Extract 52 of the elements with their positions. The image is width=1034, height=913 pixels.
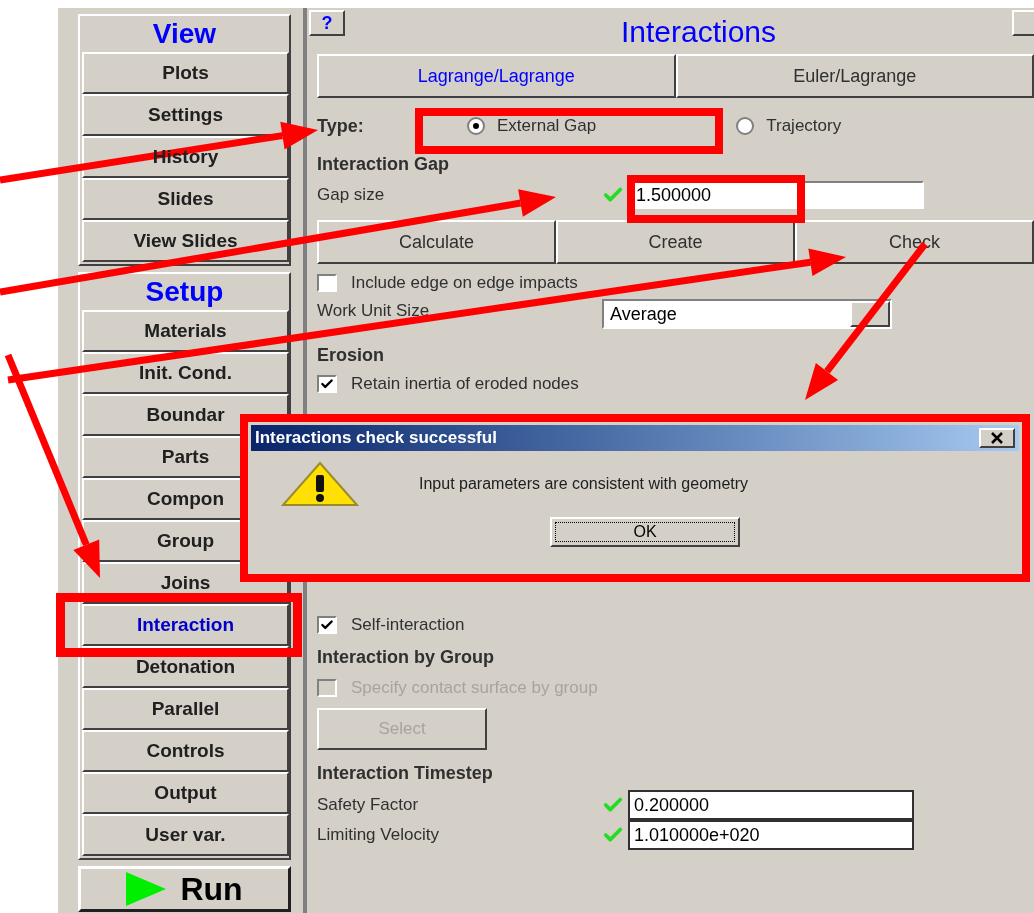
section-heading: Interaction Gap [317, 152, 451, 176]
field-label: Safety Factor [317, 794, 420, 817]
dialog-message: Input parameters are consistent with geometry [419, 474, 749, 494]
play-icon [126, 872, 167, 906]
checkbox-label: Self-interaction [351, 614, 465, 637]
radio-option[interactable]: External Gap [467, 113, 597, 139]
radio-button[interactable] [736, 117, 755, 135]
checkbox-label: Retain inertia of eroded nodes [351, 373, 579, 396]
sidebar-item[interactable]: Slides [82, 178, 289, 220]
action-button[interactable]: Check [795, 220, 1034, 264]
minimize-button[interactable] [1012, 10, 1034, 36]
checkbox[interactable] [317, 616, 337, 634]
section-title: View [151, 17, 218, 51]
section-heading: Erosion [317, 343, 385, 367]
radio-button[interactable] [467, 117, 485, 135]
section-heading: Interaction Timestep [317, 761, 494, 785]
panel-title: Interactions [619, 13, 778, 50]
check-icon [320, 377, 334, 391]
dropdown[interactable]: Average [602, 299, 892, 329]
check-icon [320, 618, 334, 632]
input-field[interactable]: 0.200000 [628, 790, 914, 820]
field-label: Limiting Velocity [317, 824, 440, 847]
sidebar-item[interactable]: Output [82, 772, 289, 814]
radio-option[interactable]: Trajectory [736, 113, 842, 139]
field-label: Work Unit Size [317, 300, 431, 322]
close-icon [990, 432, 1004, 444]
checkbox-label: Include edge on edge impacts [351, 272, 578, 295]
help-button[interactable]: ? [309, 10, 345, 36]
tab[interactable]: Euler/Lagrange [675, 54, 1034, 98]
sidebar-item[interactable]: Materials [82, 310, 289, 352]
sidebar-item[interactable]: Settings [82, 94, 289, 136]
section-heading: Interaction by Group [317, 645, 495, 669]
checkbox[interactable] [317, 274, 337, 292]
action-button[interactable]: Create [556, 220, 795, 264]
close-button[interactable] [979, 428, 1015, 448]
type-label: Type: [317, 114, 365, 138]
checkbox[interactable] [317, 375, 337, 393]
ok-button[interactable]: OK [550, 517, 740, 547]
action-button[interactable]: Calculate [317, 220, 556, 264]
section-title: Setup [144, 275, 225, 309]
sidebar-item[interactable]: Plots [82, 52, 289, 94]
sidebar-item[interactable]: User var. [82, 814, 289, 856]
warning-icon [281, 461, 359, 507]
input-field[interactable]: 1.010000e+020 [628, 820, 914, 850]
sidebar-item[interactable]: Init. Cond. [82, 352, 289, 394]
field-label: Gap size [317, 184, 386, 207]
sidebar-item[interactable]: Controls [82, 730, 289, 772]
tab[interactable]: Lagrange/Lagrange [317, 54, 676, 98]
run-button[interactable]: Run [78, 866, 291, 912]
sidebar-item[interactable]: Interaction [82, 604, 289, 646]
sidebar-item[interactable]: Parallel [82, 688, 289, 730]
sidebar-item[interactable]: View Slides [82, 220, 289, 262]
